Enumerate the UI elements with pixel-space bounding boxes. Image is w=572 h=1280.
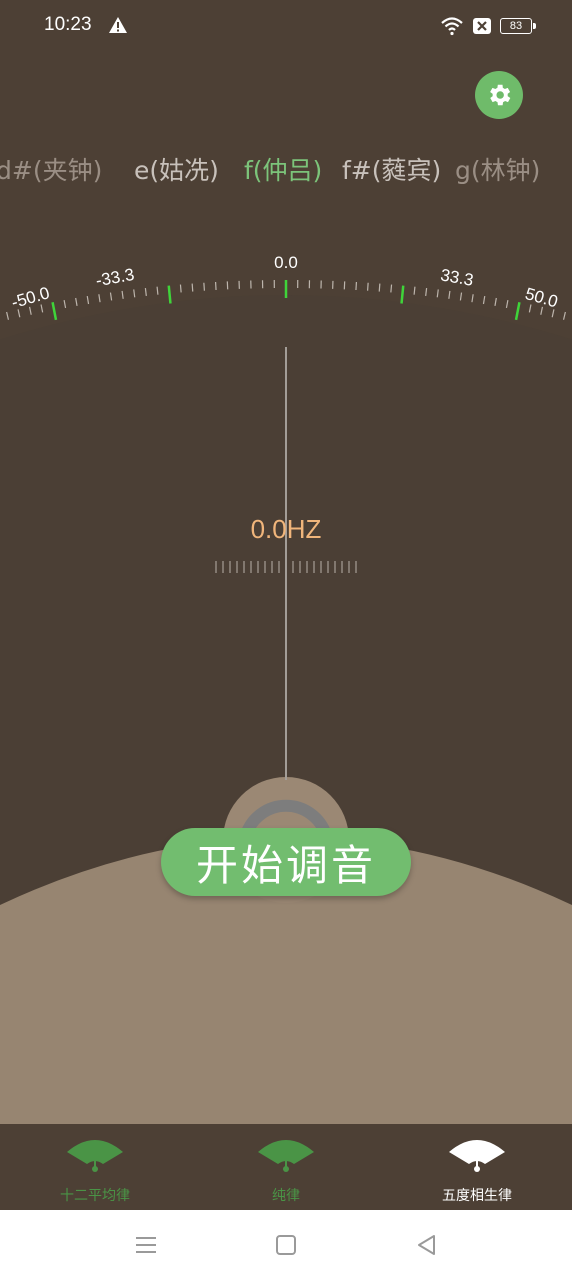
dial-minor-tick: [425, 287, 428, 297]
dial-minor-tick: [378, 283, 381, 292]
note-selector: d#(夹钟) e(姑冼) f(仲吕) f#(蕤宾) g(林钟): [0, 145, 572, 195]
bottom-nav: 十二平均律 纯律 五度相生律: [0, 1124, 572, 1210]
gear-icon: [490, 84, 511, 106]
triangle-back-icon[interactable]: [412, 1230, 442, 1260]
dial-minor-tick: [75, 297, 78, 307]
dial-minor-tick: [448, 290, 451, 299]
system-navigation-bar: [0, 1210, 572, 1280]
dial-label-zero: 0.0: [274, 253, 298, 272]
dial-minor-tick: [6, 311, 10, 320]
menu-icon[interactable]: [131, 1230, 161, 1260]
frequency-readout: 0.0HZ: [250, 514, 322, 544]
dial-minor-tick: [562, 311, 566, 320]
nav-label: 十二平均律: [60, 1188, 130, 1204]
dial-minor-tick: [109, 292, 113, 301]
dial-label-plus33: 33.3: [439, 265, 475, 289]
dial-major-tick: [167, 285, 172, 304]
start-tuning-button[interactable]: 开始调音: [161, 828, 411, 896]
dial-minor-tick: [28, 306, 32, 315]
dial-minor-tick: [459, 292, 463, 301]
note-item[interactable]: f#(蕤宾): [342, 151, 441, 187]
dial-minor-tick: [528, 304, 532, 313]
dial-label-plus50: 50.0: [523, 284, 560, 311]
dial-minor-tick: [156, 286, 159, 295]
status-time: 10:23: [44, 14, 92, 35]
nav-item-pythagorean[interactable]: 五度相生律: [382, 1124, 572, 1210]
dial-major-tick: [400, 285, 405, 304]
gauge-icon: [449, 1140, 505, 1172]
dial-minor-tick: [86, 295, 90, 305]
gauge-icon: [67, 1140, 123, 1172]
nav-label: 五度相生律: [442, 1188, 512, 1204]
dial-minor-tick: [540, 306, 544, 315]
dial-minor-tick: [40, 304, 44, 313]
square-icon[interactable]: [271, 1230, 301, 1260]
dial-minor-tick: [191, 283, 194, 292]
status-icons: 83: [440, 13, 536, 39]
dial-minor-tick: [494, 297, 497, 307]
dial-minor-tick: [390, 284, 393, 293]
dial-minor-tick: [482, 295, 486, 305]
dial-minor-tick: [121, 290, 124, 299]
status-bar: 10:23 83: [0, 0, 572, 52]
battery-indicator: 83: [500, 18, 536, 34]
note-item[interactable]: g(林钟): [455, 151, 540, 187]
settings-button[interactable]: [475, 71, 523, 119]
dial-minor-tick: [413, 286, 416, 295]
dial-minor-tick: [133, 289, 136, 298]
dial-minor-tick: [144, 287, 147, 297]
nav-item-just-intonation[interactable]: 纯律: [191, 1124, 381, 1210]
nav-item-equal-temperament[interactable]: 十二平均律: [0, 1124, 190, 1210]
gauge-icon: [258, 1140, 314, 1172]
dial-label-minus33: -33.3: [94, 265, 135, 290]
note-item[interactable]: d#(夹钟): [0, 151, 102, 187]
note-item-selected[interactable]: f(仲吕): [244, 151, 322, 187]
dial-minor-tick: [179, 284, 182, 293]
dial-minor-tick: [367, 282, 369, 291]
dial-label-minus50: -50.0: [9, 283, 51, 312]
dial-minor-tick: [436, 289, 439, 298]
dial-minor-tick: [63, 299, 67, 309]
dial-major-tick: [51, 302, 58, 321]
dial-minor-tick: [471, 294, 474, 303]
dial-minor-tick: [203, 282, 205, 291]
tuner-app: -50.0 -33.3 0.0 33.3 50.0 10:23 83 d#(夹钟…: [0, 0, 572, 1280]
sim-blocked-icon: [473, 18, 491, 34]
dial-minor-tick: [98, 294, 101, 303]
dial-minor-tick: [505, 299, 509, 309]
note-item[interactable]: e(姑冼): [134, 151, 219, 187]
nav-label: 纯律: [272, 1188, 300, 1204]
wifi-icon: [441, 17, 463, 36]
warning-icon: [109, 17, 127, 33]
dial-major-tick: [514, 302, 521, 321]
